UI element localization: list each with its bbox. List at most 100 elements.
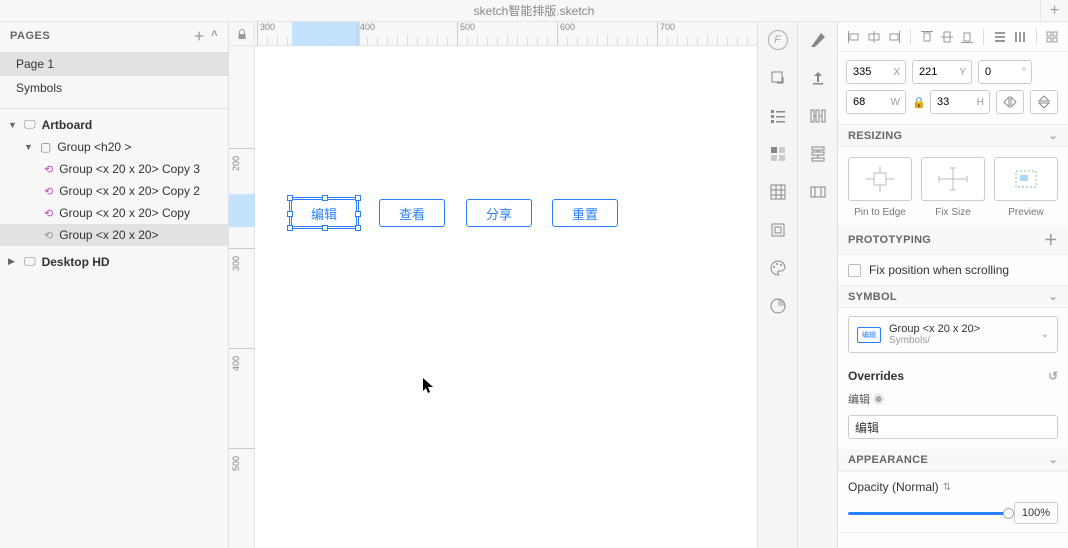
canvas-button[interactable]: 编辑: [291, 199, 357, 227]
vector-edit-icon[interactable]: [806, 28, 830, 52]
upload-icon[interactable]: [806, 66, 830, 90]
chevron-down-icon: ⌄: [1048, 453, 1058, 466]
pie-chart-icon[interactable]: [766, 294, 790, 318]
ruler-tick: 400: [229, 348, 255, 359]
flip-horizontal-button[interactable]: [996, 90, 1024, 114]
component-icon[interactable]: [766, 218, 790, 242]
canvas[interactable]: 编辑 查看 分享 重置: [255, 46, 757, 548]
palette-icon[interactable]: [766, 256, 790, 280]
reset-overrides-icon[interactable]: ↺: [1048, 369, 1058, 383]
insert-icon[interactable]: [766, 66, 790, 90]
symbol-header[interactable]: SYMBOL ⌄: [838, 286, 1068, 308]
symbol-path: Symbols/: [889, 335, 980, 346]
canvas-area[interactable]: 300 400 500 600 700 200 300 400 500 编辑 查…: [229, 22, 757, 548]
collapse-pages-icon[interactable]: ˄: [211, 28, 218, 44]
override-text-field[interactable]: 编辑: [848, 415, 1058, 439]
geometry-section: X Y ° W 🔒 H: [838, 52, 1068, 125]
arrange-icon[interactable]: [806, 180, 830, 204]
layer-label: Group <x 20 x 20> Copy 2: [59, 184, 200, 198]
layer-symbol-instance[interactable]: ⟲ Group <x 20 x 20>: [0, 224, 228, 246]
vertical-ruler[interactable]: 200 300 400 500: [229, 46, 255, 548]
table-icon[interactable]: [766, 180, 790, 204]
opacity-slider[interactable]: [848, 512, 1008, 515]
resizing-header[interactable]: RESIZING ⌄: [838, 125, 1068, 147]
document-title: sketch智能排版.sketch: [474, 2, 595, 19]
chevron-down-icon: ⌄: [1048, 129, 1058, 142]
pages-header: PAGES ＋ ˄: [0, 22, 228, 50]
y-field[interactable]: Y: [912, 60, 972, 84]
x-field[interactable]: X: [846, 60, 906, 84]
rotation-field[interactable]: °: [978, 60, 1032, 84]
layer-symbol-instance[interactable]: ⟲ Group <x 20 x 20> Copy 3: [0, 158, 228, 180]
align-center-v-icon[interactable]: [939, 29, 955, 45]
width-field[interactable]: W: [846, 90, 906, 114]
align-bottom-icon[interactable]: [959, 29, 975, 45]
plugin-brand-icon[interactable]: F: [766, 28, 790, 52]
layer-artboard[interactable]: ▼ 🖵 Artboard: [0, 113, 228, 136]
align-right-icon[interactable]: [886, 29, 902, 45]
horizontal-ruler[interactable]: 300 400 500 600 700: [255, 22, 757, 46]
opacity-label: Opacity (Normal): [848, 480, 939, 494]
layer-artboard[interactable]: ▶ 🖵 Desktop HD: [0, 250, 228, 273]
lock-aspect-icon[interactable]: 🔒: [912, 96, 924, 109]
ruler-selection-highlight: [229, 194, 255, 227]
height-field[interactable]: H: [930, 90, 990, 114]
add-prototype-icon[interactable]: ＋: [1044, 230, 1058, 250]
ruler-tick: 200: [229, 148, 255, 159]
page-item[interactable]: Symbols: [0, 76, 228, 100]
left-sidebar: PAGES ＋ ˄ Page 1 Symbols ▼ 🖵 Artboard ▼ …: [0, 22, 229, 548]
align-center-h-icon[interactable]: [866, 29, 882, 45]
ruler-tick: 500: [229, 448, 255, 459]
symbol-picker[interactable]: 编辑 Group <x 20 x 20> Symbols/ ⌄: [848, 316, 1058, 353]
list-view-icon[interactable]: [766, 104, 790, 128]
layout-toolbar: [797, 22, 837, 548]
button-label: 分享: [486, 204, 512, 223]
canvas-button[interactable]: 重置: [552, 199, 618, 227]
alignment-toolbar: [838, 22, 1068, 52]
align-left-icon[interactable]: [846, 29, 862, 45]
resize-preview[interactable]: [994, 157, 1058, 201]
align-top-icon[interactable]: [919, 29, 935, 45]
resize-labels: Pin to Edge Fix Size Preview: [838, 205, 1068, 226]
layer-label: Group <x 20 x 20>: [59, 228, 158, 242]
layer-symbol-instance[interactable]: ⟲ Group <x 20 x 20> Copy: [0, 202, 228, 224]
layers-panel: ▼ 🖵 Artboard ▼ ▢ Group <h20 > ⟲ Group <x…: [0, 108, 228, 548]
canvas-button[interactable]: 分享: [466, 199, 532, 227]
distribute-cols-icon[interactable]: [806, 104, 830, 128]
inspector-panel: X Y ° W 🔒 H RESIZING ⌄: [837, 22, 1068, 548]
ruler-origin[interactable]: [229, 22, 255, 46]
new-tab-button[interactable]: +: [1040, 0, 1068, 22]
flip-vertical-button[interactable]: [1030, 90, 1058, 114]
add-page-icon[interactable]: ＋: [194, 28, 206, 44]
ruler-selection-highlight: [292, 22, 360, 46]
appearance-header[interactable]: APPEARANCE ⌄: [838, 449, 1068, 471]
chevron-down-icon: ⌄: [1048, 290, 1058, 303]
opacity-value-field[interactable]: 100%: [1014, 502, 1058, 524]
artboard-icon: 🖵: [24, 254, 36, 269]
fix-position-label: Fix position when scrolling: [869, 263, 1009, 277]
canvas-button[interactable]: 查看: [379, 199, 445, 227]
button-label: 编辑: [311, 204, 337, 223]
prototyping-header[interactable]: PROTOTYPING ＋: [838, 226, 1068, 255]
symbol-thumbnail: 编辑: [857, 327, 881, 343]
layer-symbol-instance[interactable]: ⟲ Group <x 20 x 20> Copy 2: [0, 180, 228, 202]
layer-group[interactable]: ▼ ▢ Group <h20 >: [0, 136, 228, 158]
fix-position-checkbox[interactable]: [848, 264, 861, 277]
pin-to-edge-control[interactable]: [848, 157, 912, 201]
ruler-tick: 300: [229, 248, 255, 259]
distribute-h-icon[interactable]: [1012, 29, 1028, 45]
distribute-rows-icon[interactable]: [806, 142, 830, 166]
opacity-stepper-icon[interactable]: ⇅: [943, 482, 951, 493]
symbol-icon: ⟲: [44, 229, 53, 242]
tidy-icon[interactable]: [1045, 29, 1060, 45]
page-item[interactable]: Page 1: [0, 52, 228, 76]
folder-icon: ▢: [40, 140, 51, 154]
plugin-toolbar: F: [757, 22, 797, 548]
symbol-icon: ⟲: [44, 185, 53, 198]
symbol-icon: ⟲: [44, 163, 53, 176]
fix-size-control[interactable]: [921, 157, 985, 201]
layer-label: Artboard: [42, 118, 93, 132]
grid-large-icon[interactable]: [766, 142, 790, 166]
distribute-v-icon[interactable]: [992, 29, 1008, 45]
chevron-down-icon: ⌄: [1041, 329, 1049, 340]
